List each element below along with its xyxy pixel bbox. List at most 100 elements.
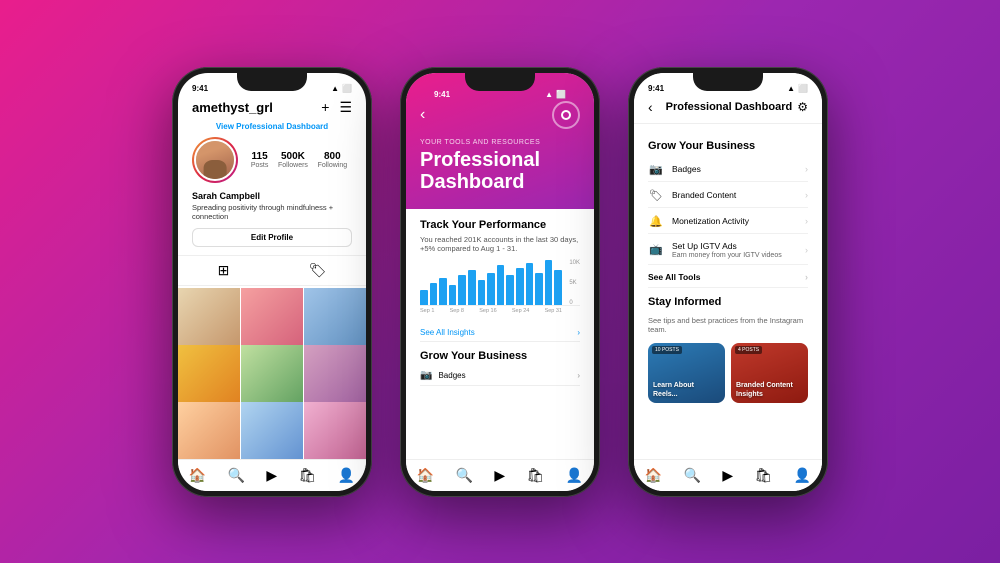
card-title-2: Branded Content Insights <box>736 382 803 399</box>
chevron-right-insights: › <box>577 328 580 337</box>
edit-profile-button[interactable]: Edit Profile <box>192 228 352 247</box>
nav-home-1[interactable]: 🏠 <box>189 467 206 484</box>
dash-top-nav: ‹ <box>420 101 580 139</box>
photo-cell-3[interactable] <box>304 288 366 350</box>
pro-screen: 9:41 ▲ ⬜ ‹ Professional Dashboard ⚙ Grow… <box>634 73 822 491</box>
track-title: Track Your Performance <box>420 219 580 231</box>
grow-title-3: Grow Your Business <box>648 140 808 152</box>
chart-bar <box>516 268 524 306</box>
chart-bar <box>439 278 447 306</box>
nav-profile-2[interactable]: 👤 <box>566 467 583 484</box>
back-button-3[interactable]: ‹ <box>648 99 653 115</box>
bottom-nav-2: 🏠 🔍 ▶ 🛍 👤 <box>406 459 594 491</box>
dashboard-content: Track Your Performance You reached 201K … <box>406 209 594 459</box>
grow-title-2: Grow Your Business <box>420 350 580 362</box>
performance-chart: 10K 5K 0 Sep 1 Sep 8 Sep 16 Sep 24 Sep 3… <box>420 260 580 320</box>
photo-cell-1[interactable] <box>178 288 240 350</box>
nav-home-2[interactable]: 🏠 <box>417 467 434 484</box>
chart-bar <box>497 265 505 305</box>
photo-cell-4[interactable] <box>178 345 240 407</box>
photo-cell-7[interactable] <box>178 402 240 458</box>
notch-3 <box>693 73 763 91</box>
dashboard-header: 9:41 ▲ ⬜ ‹ YOUR TOOLS AND RESOURCES Prof… <box>406 73 594 209</box>
battery-3: ⬜ <box>798 84 808 93</box>
chart-bar <box>458 275 466 305</box>
chart-bar <box>468 270 476 305</box>
pro-item-monetization[interactable]: 🔔 Monetization Activity › <box>648 210 808 234</box>
status-icons-1: ▲ ⬜ <box>331 84 352 93</box>
tools-label: YOUR TOOLS AND RESOURCES <box>420 139 580 146</box>
signal-3: ▲ <box>787 84 795 93</box>
add-icon[interactable]: + <box>321 99 329 116</box>
time-1: 9:41 <box>192 84 208 93</box>
nav-reels-3[interactable]: ▶ <box>722 467 733 484</box>
stat-following: 800 Following <box>318 151 348 169</box>
pro-nav-title: Professional Dashboard <box>661 101 798 113</box>
pro-item-igtv[interactable]: 📺 Set Up IGTV Ads Earn money from your I… <box>648 236 808 265</box>
nav-profile-3[interactable]: 👤 <box>794 467 811 484</box>
view-dashboard-link[interactable]: View Professional Dashboard <box>178 122 366 137</box>
bottom-nav-1: 🏠 🔍 ▶ 🛍 👤 <box>178 459 366 491</box>
card-badge-1: 10 POSTS <box>652 346 682 354</box>
photo-cell-6[interactable] <box>304 345 366 407</box>
nav-home-3[interactable]: 🏠 <box>645 467 662 484</box>
nav-search-1[interactable]: 🔍 <box>228 467 245 484</box>
chart-bar <box>535 273 543 306</box>
status-icons-2: ▲ ⬜ <box>545 90 566 99</box>
see-all-insights[interactable]: See All Insights › <box>420 324 580 342</box>
nav-shop-1[interactable]: 🛍 <box>299 467 317 484</box>
track-section: Track Your Performance You reached 201K … <box>420 219 580 343</box>
nav-reels-2[interactable]: ▶ <box>494 467 505 484</box>
list-item-badges-2[interactable]: 📷 Badges › <box>420 366 580 386</box>
photo-cell-9[interactable] <box>304 402 366 458</box>
photo-cell-2[interactable] <box>241 288 303 350</box>
pro-content: Grow Your Business 📷 Badges › 🏷 Bra <box>634 124 822 459</box>
chart-bar <box>526 263 534 306</box>
igtv-icon-3: 📺 <box>648 243 664 256</box>
nav-search-2[interactable]: 🔍 <box>456 467 473 484</box>
status-icons-3: ▲ ⬜ <box>787 84 808 93</box>
info-card-1[interactable]: 10 POSTS Learn About Reels... <box>648 343 725 403</box>
chart-bar <box>430 283 438 306</box>
nav-shop-3[interactable]: 🛍 <box>755 467 773 484</box>
chart-bars <box>420 260 580 306</box>
track-desc: You reached 201K accounts in the last 30… <box>420 235 580 255</box>
chevron-monetization-3: › <box>805 216 808 226</box>
nav-shop-2[interactable]: 🛍 <box>527 467 545 484</box>
settings-icon-3[interactable]: ⚙ <box>797 100 808 114</box>
profile-screen: amethyst_grl + ☰ View Professional Dashb… <box>178 95 366 459</box>
stat-followers: 500K Followers <box>278 151 308 169</box>
chart-bar <box>420 290 428 305</box>
stay-desc-3: See tips and best practices from the Ins… <box>648 316 808 336</box>
profile-username: amethyst_grl <box>192 100 273 115</box>
photo-cell-5[interactable] <box>241 345 303 407</box>
see-all-tools[interactable]: See All Tools › <box>648 267 808 288</box>
chevron-see-all: › <box>805 272 808 282</box>
instagram-logo-2 <box>552 101 580 129</box>
phone-1: 9:41 ▲ ⬜ amethyst_grl + ☰ View Professio… <box>172 67 372 497</box>
chart-bar <box>478 280 486 305</box>
notch-1 <box>237 73 307 91</box>
photo-cell-8[interactable] <box>241 402 303 458</box>
info-card-2[interactable]: 4 POSTS Branded Content Insights <box>731 343 808 403</box>
grid-icon[interactable]: ⊞ <box>218 262 230 279</box>
branded-icon-3: 🏷 <box>648 189 664 202</box>
phone-3: 9:41 ▲ ⬜ ‹ Professional Dashboard ⚙ Grow… <box>628 67 828 497</box>
card-badge-2: 4 POSTS <box>735 346 762 354</box>
badges-icon-3: 📷 <box>648 163 664 176</box>
chart-bar <box>545 260 553 305</box>
battery-2: ⬜ <box>556 90 566 99</box>
notch-2 <box>465 73 535 91</box>
profile-stats: 115 Posts 500K Followers 800 Following <box>178 137 366 191</box>
tag-icon[interactable]: 🏷 <box>309 262 327 279</box>
pro-item-badges[interactable]: 📷 Badges › <box>648 158 808 182</box>
dashboard-title: Professional Dashboard <box>420 149 580 193</box>
nav-profile-1[interactable]: 👤 <box>338 467 355 484</box>
nav-reels-1[interactable]: ▶ <box>266 467 277 484</box>
time-3: 9:41 <box>648 84 664 93</box>
nav-search-3[interactable]: 🔍 <box>684 467 701 484</box>
back-button-2[interactable]: ‹ <box>420 106 425 124</box>
menu-icon[interactable]: ☰ <box>339 99 352 116</box>
profile-header-icons: + ☰ <box>321 99 352 116</box>
pro-item-branded[interactable]: 🏷 Branded Content › <box>648 184 808 208</box>
